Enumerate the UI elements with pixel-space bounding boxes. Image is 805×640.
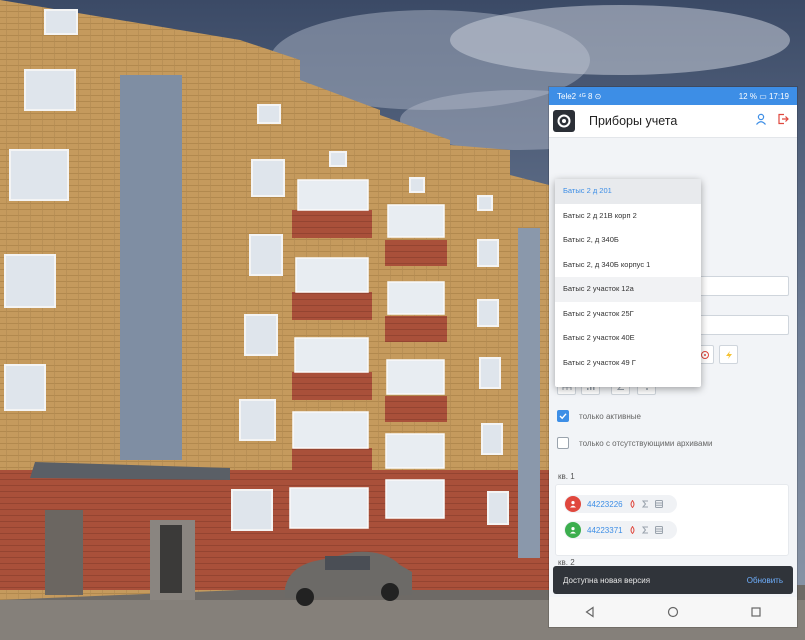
missing-archives-label: только с отсутствующими архивами [579,438,713,448]
sigma-icon[interactable] [641,500,649,508]
address-field[interactable] [699,276,789,296]
active-only-filter[interactable]: только активные [557,410,641,422]
active-only-checkbox[interactable] [557,410,569,422]
system-nav-bar [549,597,797,627]
sigma-icon[interactable] [641,526,649,534]
update-button[interactable]: Обновить [747,576,783,585]
electricity-icon[interactable] [719,345,738,364]
user-icon[interactable] [755,113,767,125]
home-icon[interactable] [667,606,679,618]
app-logo-icon[interactable] [553,110,575,132]
search-field[interactable] [699,315,789,335]
dropdown-item[interactable]: Батыс 2 д 201 [555,179,701,204]
dropdown-item[interactable]: Батыс 2 участок 49 Г [555,351,701,376]
address-dropdown: Батыс 2 д 201 Батыс 2 д 21В корп 2 Батыс… [555,179,701,387]
dropdown-item[interactable]: Батыс 2, д 340Б корпус 1 [555,253,701,278]
meter-status-icon [565,496,581,512]
dropdown-item[interactable]: Батыс 2 участок 40Е [555,326,701,351]
recents-icon[interactable] [750,606,762,618]
meter-number[interactable]: 44223371 [587,526,623,535]
back-icon[interactable] [584,606,596,618]
logout-icon[interactable] [777,113,789,125]
hot-water-icon [629,500,636,508]
missing-archives-checkbox[interactable] [557,437,569,449]
meter-chip-1[interactable]: 44223226 [564,495,677,513]
update-snackbar: Доступна новая версия Обновить [553,566,793,594]
dropdown-item[interactable]: Батыс 2, д 340Б [555,228,701,253]
dropdown-item[interactable]: Батыс 2 участок 25Г [555,302,701,327]
status-bar: Tele2 ⁴ᴳ 8 ⊙ 12 % ▭ 17:19 [549,87,797,105]
app-bar: Приборы учета [549,105,797,138]
apartment-label-1: кв. 1 [558,472,575,481]
status-left: Tele2 ⁴ᴳ 8 ⊙ [557,91,602,101]
archive-icon[interactable] [654,500,663,508]
archive-icon[interactable] [654,526,663,534]
snackbar-message: Доступна новая версия [563,575,651,585]
dropdown-item[interactable]: Батыс 2 д 21В корп 2 [555,204,701,229]
hot-water-icon [629,526,636,534]
meter-status-icon [565,522,581,538]
apartment-card-1: 44223226 44223371 [555,484,789,556]
meter-chip-2[interactable]: 44223371 [564,521,677,539]
page-title: Приборы учета [589,114,678,128]
status-right: 12 % ▭ 17:19 [738,91,789,101]
missing-archives-filter[interactable]: только с отсутствующими архивами [557,437,712,449]
phone-screen: Tele2 ⁴ᴳ 8 ⊙ 12 % ▭ 17:19 Приборы учета [549,87,797,627]
dropdown-item[interactable]: Батыс 2 участок 12а [555,277,701,302]
meter-number[interactable]: 44223226 [587,500,623,509]
active-only-label: только активные [579,411,641,421]
